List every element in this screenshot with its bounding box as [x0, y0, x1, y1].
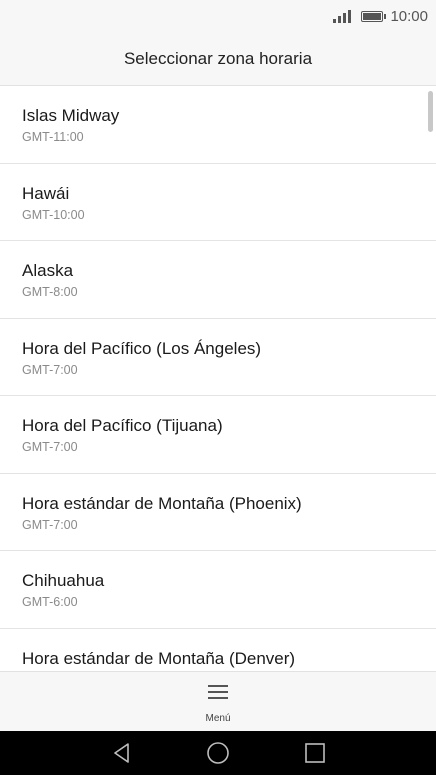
recents-icon[interactable] [303, 741, 327, 765]
battery-icon [361, 10, 387, 22]
signal-icon [333, 9, 353, 23]
timezone-row[interactable]: Hawái GMT-10:00 [0, 164, 436, 241]
status-indicators: 10:00 [333, 6, 428, 26]
timezone-row[interactable]: Hora del Pacífico (Tijuana) GMT-7:00 [0, 396, 436, 474]
timezone-offset: GMT-7:00 [22, 440, 78, 454]
timezone-offset: GMT-7:00 [22, 362, 78, 377]
status-time: 10:00 [390, 7, 428, 25]
timezone-name: Hawái [22, 183, 70, 203]
timezone-row[interactable]: Alaska GMT-8:00 [0, 241, 436, 319]
timezone-row[interactable]: Hora del Pacífico (Los Ángeles) GMT-7:00 [0, 319, 436, 396]
screen: 10:00 Seleccionar zona horaria Islas Mid… [0, 0, 436, 775]
navigation-bar [0, 731, 436, 775]
timezone-name: Hora del Pacífico (Los Ángeles) [22, 338, 262, 358]
timezone-row[interactable]: Hora estándar de Montaña (Phoenix) GMT-7… [0, 474, 436, 551]
timezone-offset: GMT-11:00 [22, 130, 84, 144]
timezone-name: Chihuahua [22, 571, 105, 590]
timezone-row[interactable]: Islas Midway GMT-11:00 [0, 86, 436, 164]
menu-icon [208, 684, 228, 700]
timezone-list[interactable]: Islas Midway GMT-11:00 Hawái GMT-10:00 A… [0, 86, 436, 671]
timezone-offset: GMT-7:00 [22, 517, 78, 532]
home-icon[interactable] [206, 741, 230, 765]
back-icon[interactable] [110, 741, 134, 765]
title-bar: Seleccionar zona horaria [0, 32, 436, 86]
timezone-offset: GMT-6:00 [22, 595, 78, 609]
timezone-name: Islas Midway [22, 106, 120, 125]
status-bar: 10:00 [0, 0, 436, 32]
timezone-row[interactable]: Hora estándar de Montaña (Denver) [0, 629, 436, 672]
timezone-name: Hora del Pacífico (Tijuana) [22, 416, 223, 435]
page-title: Seleccionar zona horaria [123, 49, 313, 68]
timezone-name: Hora estándar de Montaña (Denver) [22, 648, 296, 668]
timezone-offset: GMT-10:00 [22, 207, 85, 222]
scrollbar[interactable] [428, 91, 433, 132]
timezone-name: Hora estándar de Montaña (Phoenix) [22, 493, 302, 513]
timezone-offset: GMT-8:00 [22, 285, 78, 299]
bottom-menu-button[interactable]: Menú [0, 671, 436, 731]
timezone-row[interactable]: Chihuahua GMT-6:00 [0, 551, 436, 629]
menu-label: Menú [205, 713, 231, 724]
timezone-name: Alaska [22, 261, 74, 280]
